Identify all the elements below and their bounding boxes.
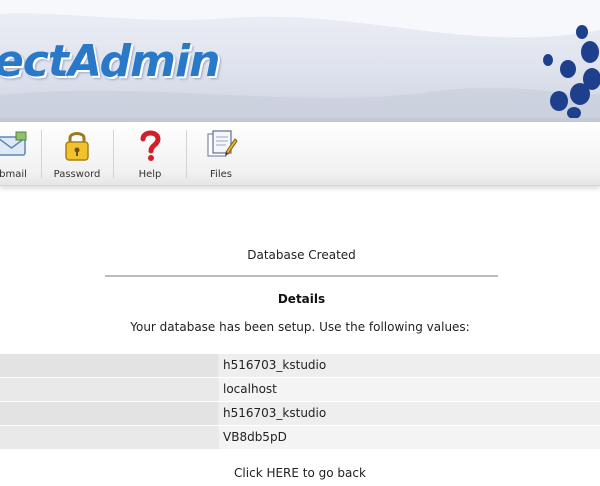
go-back-link[interactable]: Click HERE to go back — [0, 466, 600, 480]
toolbar-item-label: Help — [138, 169, 162, 180]
row-label-cell — [0, 402, 218, 425]
padlock-icon — [65, 132, 89, 161]
toolbar-separator — [41, 130, 42, 178]
toolbar-item-help[interactable]: Help — [118, 122, 182, 184]
database-name-value: h516703_kstudio — [219, 354, 600, 377]
table-row: h516703_kstudio — [0, 402, 600, 425]
host-value: localhost — [219, 378, 600, 401]
row-label-cell — [0, 354, 218, 377]
password-value: VB8db5pD — [219, 426, 600, 449]
table-row: h516703_kstudio — [0, 354, 600, 377]
row-label-cell — [0, 426, 218, 449]
question-mark-icon — [140, 130, 161, 161]
toolbar-separator — [186, 130, 187, 178]
header-banner: ectAdmin — [0, 0, 600, 122]
database-values-table: h516703_kstudio localhost h516703_kstudi… — [0, 354, 600, 450]
toolbar-item-label: Files — [210, 169, 232, 180]
table-row: VB8db5pD — [0, 426, 600, 449]
details-description: Your database has been setup. Use the fo… — [130, 320, 470, 334]
details-heading: Details — [277, 292, 326, 306]
table-row: localhost — [0, 378, 600, 401]
toolbar-separator — [113, 130, 114, 178]
toolbar-item-files[interactable]: Files — [190, 122, 252, 184]
toolbar-item-webmail[interactable]: bmail — [0, 122, 44, 184]
toolbar-item-password[interactable]: Password — [46, 122, 108, 184]
status-title: Database Created — [247, 248, 356, 262]
row-label-cell — [0, 378, 218, 401]
divider-rule — [105, 275, 498, 277]
toolbar-item-label: Password — [53, 169, 101, 180]
files-icon — [207, 130, 238, 157]
username-value: h516703_kstudio — [219, 402, 600, 425]
logo-dots-graphic — [543, 25, 600, 119]
logo-text: ectAdmin — [0, 36, 220, 87]
webmail-icon — [0, 131, 27, 156]
toolbar-item-label: bmail — [0, 169, 27, 180]
toolbar: bmail Password Help Files — [0, 122, 600, 186]
